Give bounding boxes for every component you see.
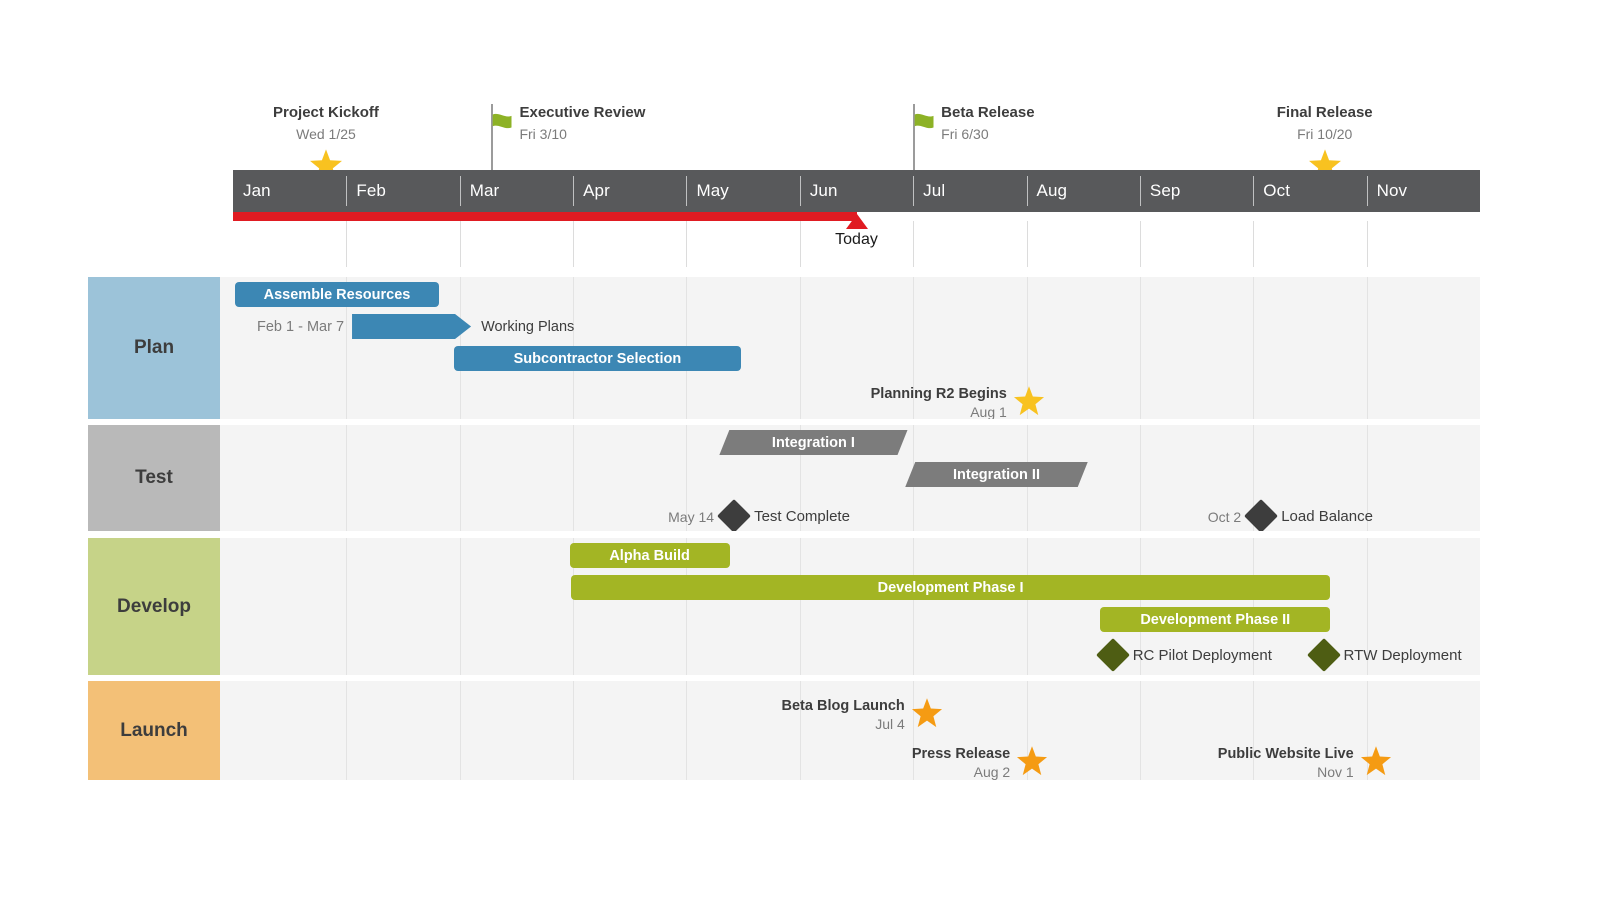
swimlane-test: Test Integration I Integration II Test Comp… xyxy=(88,425,1480,531)
swimlane-body-launch: Beta Blog Launch Jul 4 Press Release Aug 2P… xyxy=(220,681,1480,780)
swimlane-develop: Develop Alpha Build Development Phase I Dev… xyxy=(88,538,1480,675)
milestone-title: Executive Review xyxy=(519,104,646,121)
swimlane-label-launch[interactable]: Launch xyxy=(88,681,220,780)
timeline-gridline xyxy=(1253,221,1255,267)
timeline-gridline xyxy=(686,221,688,267)
today-label: Today xyxy=(835,231,878,248)
month-separator xyxy=(686,176,688,206)
timeline-gridline xyxy=(573,221,575,267)
milestone-title: Beta Release xyxy=(941,104,1035,121)
swimlane-plan: Plan Assemble Resources Working Plans Feb 1… xyxy=(88,277,1480,419)
timeline-gridline xyxy=(799,221,801,267)
lane-milestone[interactable]: Public Website Live Nov 1 xyxy=(220,681,1480,780)
month-cell-may[interactable]: May xyxy=(686,170,799,212)
timeline-gridline xyxy=(913,221,915,267)
month-cell-jun[interactable]: Jun xyxy=(800,170,913,212)
milestone-date: Fri 6/30 xyxy=(941,126,989,142)
month-separator xyxy=(1253,176,1255,206)
month-cell-apr[interactable]: Apr xyxy=(573,170,686,212)
timeline-month-header: Jan Feb Mar Apr May Jun Jul Aug Sep Oct Nov xyxy=(233,170,1480,212)
milestone-date: Nov 1 xyxy=(1317,764,1354,780)
swimlane-label-plan[interactable]: Plan xyxy=(88,277,220,419)
milestone-date: Aug 1 xyxy=(970,404,1007,419)
month-cell-oct[interactable]: Oct xyxy=(1253,170,1366,212)
month-cell-aug[interactable]: Aug xyxy=(1027,170,1140,212)
month-cell-nov[interactable]: Nov xyxy=(1367,170,1480,212)
diamond-icon xyxy=(1244,499,1279,531)
milestone-title: Project Kickoff xyxy=(273,104,379,121)
diamond-icon xyxy=(1306,638,1341,672)
month-cell-jul[interactable]: Jul xyxy=(913,170,1026,212)
milestone-date: Oct 2 xyxy=(1207,509,1242,525)
month-separator xyxy=(1139,176,1141,206)
today-arrow-icon xyxy=(845,214,868,229)
month-separator xyxy=(573,176,575,206)
swimlane-body-plan: Assemble Resources Working Plans Feb 1 - M… xyxy=(220,277,1480,419)
month-separator xyxy=(913,176,915,206)
milestone-date: Fri 10/20 xyxy=(1297,126,1353,142)
milestone-title: Load Balance xyxy=(1281,508,1373,525)
swimlane-label-test[interactable]: Test xyxy=(88,425,220,531)
month-cell-mar[interactable]: Mar xyxy=(460,170,573,212)
month-separator xyxy=(1366,176,1368,206)
timeline-gridline xyxy=(459,221,461,267)
flag-icon xyxy=(492,113,518,138)
lane-milestone[interactable]: RTW Deployment xyxy=(220,538,1480,675)
milestone-title: Public Website Live xyxy=(1217,746,1354,762)
month-cell-feb[interactable]: Feb xyxy=(346,170,459,212)
star-icon xyxy=(1013,385,1045,419)
flag-icon xyxy=(914,113,940,138)
star-icon xyxy=(1360,745,1392,780)
month-cell-sep[interactable]: Sep xyxy=(1140,170,1253,212)
timeline-gridline xyxy=(1139,221,1141,267)
lane-milestone[interactable]: Load Balance Oct 2 xyxy=(220,425,1480,531)
milestone-title: Final Release xyxy=(1276,104,1373,121)
month-separator xyxy=(799,176,801,206)
swimlane-body-test: Integration I Integration II Test Complete… xyxy=(220,425,1480,531)
timeline-gridline xyxy=(346,221,348,267)
timeline-progress-fill xyxy=(233,212,857,221)
month-separator xyxy=(459,176,461,206)
timeline-gridline xyxy=(1026,221,1028,267)
swimlane-launch: Launch Beta Blog Launch Jul 4 Press Release… xyxy=(88,681,1480,780)
milestone-title: RTW Deployment xyxy=(1343,647,1462,664)
month-cell-jan[interactable]: Jan xyxy=(233,170,346,212)
milestone-date: Wed 1/25 xyxy=(296,126,356,142)
swimlane-body-develop: Alpha Build Development Phase I Developmen… xyxy=(220,538,1480,675)
gantt-chart-canvas: Project Kickoff Wed 1/25 Executive Review F… xyxy=(0,0,1600,900)
month-separator xyxy=(1026,176,1028,206)
timeline-gridline xyxy=(1366,221,1368,267)
swimlane-label-develop[interactable]: Develop xyxy=(88,538,220,675)
milestone-title: Planning R2 Begins xyxy=(870,386,1007,402)
lane-milestone[interactable]: Planning R2 Begins Aug 1 xyxy=(220,277,1480,419)
milestone-date: Fri 3/10 xyxy=(519,126,567,142)
month-separator xyxy=(346,176,348,206)
